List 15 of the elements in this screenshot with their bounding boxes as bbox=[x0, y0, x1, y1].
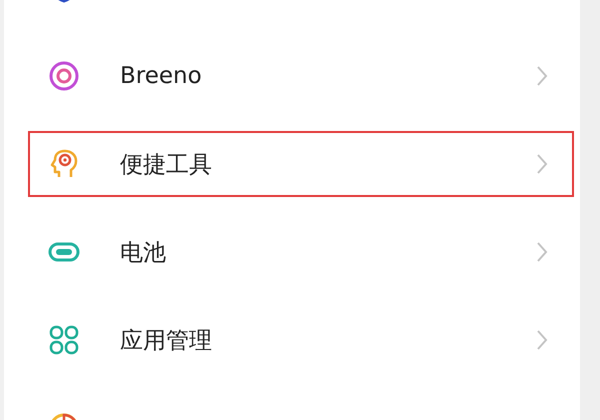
chevron-right-icon bbox=[536, 65, 548, 87]
settings-item[interactable]: 应用管理 bbox=[28, 296, 574, 384]
chevron-right-icon bbox=[536, 153, 548, 175]
item-label: Breeno bbox=[120, 63, 203, 89]
item-label: 应用管理 bbox=[120, 326, 213, 356]
settings-item[interactable]: Breeno bbox=[28, 32, 574, 120]
concentric-circles-icon bbox=[48, 60, 80, 92]
settings-item[interactable]: 便捷工具 bbox=[28, 131, 574, 197]
item-label: 便捷工具 bbox=[120, 150, 213, 180]
four-squares-icon bbox=[48, 324, 80, 356]
item-label: 电池 bbox=[120, 238, 167, 268]
settings-item[interactable]: 电池 bbox=[28, 208, 574, 296]
chevron-right-icon bbox=[536, 241, 548, 263]
head-target-icon bbox=[48, 148, 80, 180]
chevron-right-icon bbox=[536, 329, 548, 351]
